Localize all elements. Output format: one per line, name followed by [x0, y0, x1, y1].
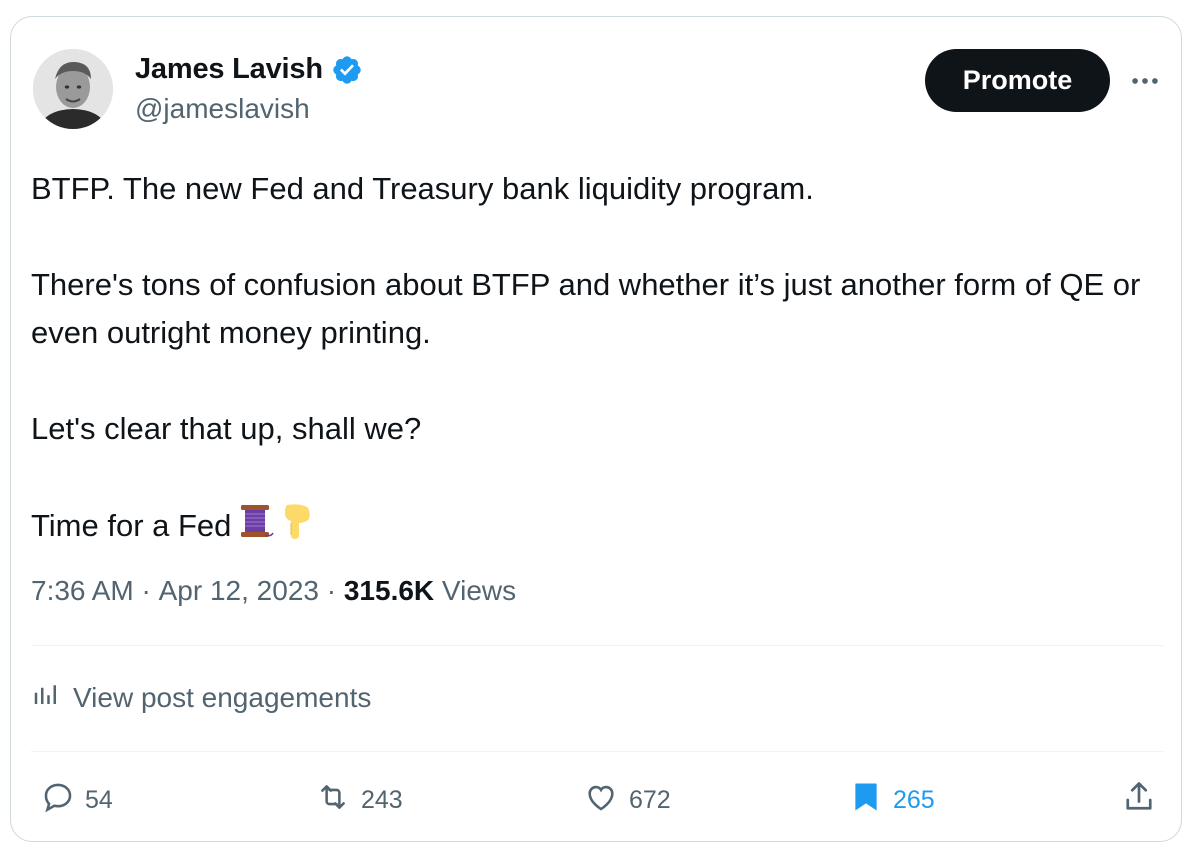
reply-count: 54 [85, 785, 113, 814]
views-label: Views [434, 575, 517, 606]
tweet-time[interactable]: 7:36 AM [31, 575, 134, 607]
view-engagements-label: View post engagements [73, 681, 372, 713]
like-count: 672 [629, 785, 671, 814]
bookmark-button[interactable]: 265 [849, 775, 935, 825]
meta-separator: · [318, 575, 344, 606]
pointing-down-icon [279, 501, 315, 555]
author-handle[interactable]: @jameslavish [135, 93, 310, 125]
tweet-meta: 7:36 AM · Apr 12, 2023 · 315.6K Views [31, 575, 516, 607]
tweet-paragraph-last: Time for a Fed [31, 501, 1161, 555]
like-button[interactable]: 672 [583, 775, 671, 825]
thread-spool-icon [235, 501, 275, 555]
tweet-paragraph: There's tons of confusion about BTFP and… [31, 267, 1141, 350]
bookmark-filled-icon [849, 778, 883, 823]
tweet-text: BTFP. The new Fed and Treasury bank liqu… [31, 165, 1161, 555]
author-name[interactable]: James Lavish [135, 53, 323, 86]
tweet-paragraph: Time for a Fed [31, 508, 232, 544]
share-button[interactable] [1121, 775, 1157, 825]
heart-icon [583, 780, 619, 821]
share-icon [1121, 779, 1157, 822]
tweet-card: James Lavish @jameslavish Promote BTFP. … [10, 16, 1182, 842]
view-engagements-link[interactable]: View post engagements [31, 679, 371, 716]
bar-chart-icon [31, 679, 61, 716]
views-count: 315.6K [343, 575, 435, 606]
divider [31, 751, 1163, 752]
repost-button[interactable]: 243 [315, 775, 403, 825]
tweet-paragraph: Let's clear that up, shall we? [31, 411, 422, 446]
reply-icon [41, 780, 75, 821]
reply-button[interactable]: 54 [41, 775, 113, 825]
bookmark-count: 265 [893, 785, 935, 814]
action-bar: 54 243 672 265 [31, 775, 1163, 825]
more-horizontal-icon[interactable] [1125, 61, 1165, 101]
verified-badge-icon[interactable] [331, 54, 363, 86]
tweet-paragraph: BTFP. The new Fed and Treasury bank liqu… [31, 171, 814, 206]
promote-button[interactable]: Promote [925, 49, 1110, 112]
repost-count: 243 [361, 785, 403, 814]
author-name-row: James Lavish [135, 53, 363, 86]
divider [31, 645, 1163, 646]
avatar[interactable] [33, 49, 113, 129]
meta-separator: · [133, 575, 159, 606]
tweet-date[interactable]: Apr 12, 2023 [159, 575, 319, 607]
repost-icon [315, 780, 351, 821]
